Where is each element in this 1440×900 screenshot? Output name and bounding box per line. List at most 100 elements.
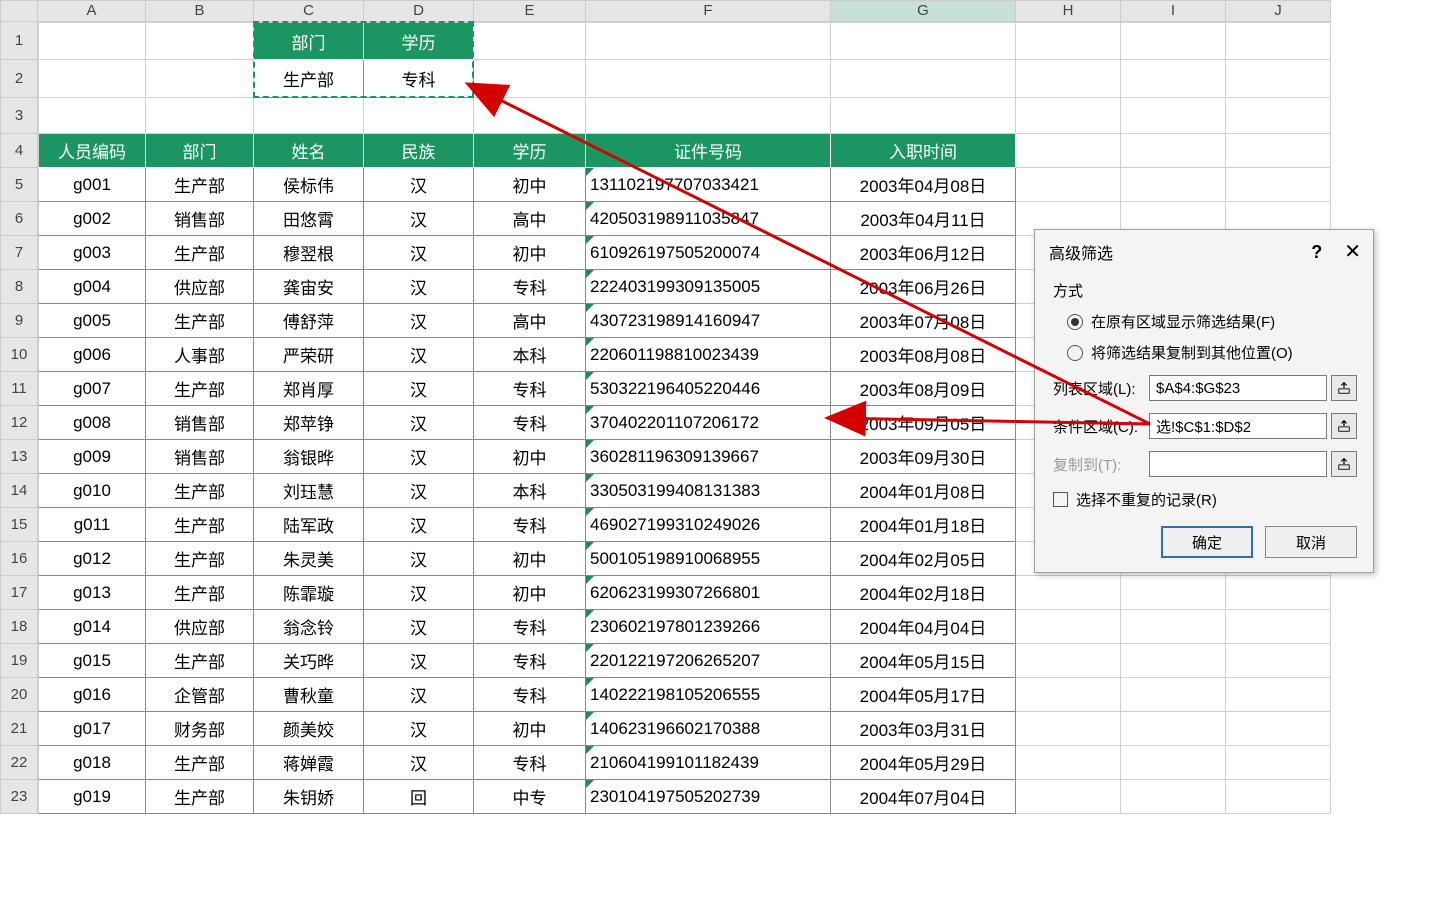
range-picker-button[interactable]	[1331, 375, 1357, 401]
cell-empty[interactable]	[1121, 746, 1226, 780]
table-header[interactable]: 入职时间	[831, 134, 1016, 168]
table-cell[interactable]: 颜美姣	[254, 712, 364, 746]
table-cell[interactable]: 2003年07月08日	[831, 304, 1016, 338]
select-all-corner[interactable]	[0, 0, 38, 22]
table-header[interactable]: 部门	[146, 134, 254, 168]
table-cell[interactable]: 360281196309139667	[586, 440, 831, 474]
table-cell[interactable]: 2004年04月04日	[831, 610, 1016, 644]
cell-empty[interactable]	[146, 60, 254, 98]
cell-empty[interactable]	[1121, 712, 1226, 746]
table-cell[interactable]: 生产部	[146, 542, 254, 576]
cell-empty[interactable]	[1226, 678, 1331, 712]
cell-empty[interactable]	[1121, 644, 1226, 678]
table-cell[interactable]: 朱灵美	[254, 542, 364, 576]
table-cell[interactable]: g004	[38, 270, 146, 304]
row-header-2[interactable]: 2	[0, 60, 38, 98]
row-header-23[interactable]: 23	[0, 780, 38, 814]
cell-empty[interactable]	[1226, 22, 1331, 60]
table-cell[interactable]: g017	[38, 712, 146, 746]
table-cell[interactable]: 2004年01月18日	[831, 508, 1016, 542]
table-cell[interactable]: 210604199101182439	[586, 746, 831, 780]
table-cell[interactable]: 供应部	[146, 610, 254, 644]
table-cell[interactable]: 230104197505202739	[586, 780, 831, 814]
cell-empty[interactable]	[1226, 746, 1331, 780]
table-cell[interactable]: 220601198810023439	[586, 338, 831, 372]
table-cell[interactable]: 140222198105206555	[586, 678, 831, 712]
cell-empty[interactable]	[831, 22, 1016, 60]
criteria-header-dept[interactable]: 部门	[254, 22, 364, 60]
table-cell[interactable]: 汉	[364, 474, 474, 508]
table-cell[interactable]: 汉	[364, 338, 474, 372]
cell-empty[interactable]	[146, 98, 254, 134]
table-cell[interactable]: 620623199307266801	[586, 576, 831, 610]
row-header-19[interactable]: 19	[0, 644, 38, 678]
cell-empty[interactable]	[1226, 134, 1331, 168]
table-cell[interactable]: 专科	[474, 508, 586, 542]
table-cell[interactable]: g012	[38, 542, 146, 576]
col-header-D[interactable]: D	[364, 0, 474, 22]
col-header-A[interactable]: A	[38, 0, 146, 22]
row-header-9[interactable]: 9	[0, 304, 38, 338]
row-header-1[interactable]: 1	[0, 22, 38, 60]
table-cell[interactable]: 初中	[474, 168, 586, 202]
table-cell[interactable]: 严荣研	[254, 338, 364, 372]
table-cell[interactable]: 蒋婵霞	[254, 746, 364, 780]
table-cell[interactable]: 专科	[474, 372, 586, 406]
table-cell[interactable]: 中专	[474, 780, 586, 814]
table-cell[interactable]: 陈霏璇	[254, 576, 364, 610]
table-cell[interactable]: 2003年04月11日	[831, 202, 1016, 236]
table-cell[interactable]: 财务部	[146, 712, 254, 746]
cancel-button[interactable]: 取消	[1265, 526, 1357, 558]
table-cell[interactable]: 生产部	[146, 372, 254, 406]
row-header-16[interactable]: 16	[0, 542, 38, 576]
table-header[interactable]: 证件号码	[586, 134, 831, 168]
table-cell[interactable]: 本科	[474, 474, 586, 508]
cell-empty[interactable]	[1121, 576, 1226, 610]
cell-empty[interactable]	[1226, 644, 1331, 678]
table-cell[interactable]: 田悠霄	[254, 202, 364, 236]
cell-empty[interactable]	[1226, 712, 1331, 746]
table-cell[interactable]: 2004年01月08日	[831, 474, 1016, 508]
col-header-B[interactable]: B	[146, 0, 254, 22]
table-cell[interactable]: 销售部	[146, 440, 254, 474]
table-cell[interactable]: 500105198910068955	[586, 542, 831, 576]
table-cell[interactable]: 汉	[364, 610, 474, 644]
table-cell[interactable]: 翁念铃	[254, 610, 364, 644]
table-cell[interactable]: 龚宙安	[254, 270, 364, 304]
row-header-18[interactable]: 18	[0, 610, 38, 644]
row-header-6[interactable]: 6	[0, 202, 38, 236]
table-cell[interactable]: 本科	[474, 338, 586, 372]
table-cell[interactable]: 初中	[474, 236, 586, 270]
table-cell[interactable]: g019	[38, 780, 146, 814]
table-cell[interactable]: g014	[38, 610, 146, 644]
table-cell[interactable]: 汉	[364, 440, 474, 474]
table-cell[interactable]: 专科	[474, 644, 586, 678]
table-cell[interactable]: 2003年09月05日	[831, 406, 1016, 440]
cell-empty[interactable]	[1016, 576, 1121, 610]
row-header-13[interactable]: 13	[0, 440, 38, 474]
table-cell[interactable]: 140623196602170388	[586, 712, 831, 746]
table-cell[interactable]: 汉	[364, 236, 474, 270]
criteria-header-edu[interactable]: 学历	[364, 22, 474, 60]
table-cell[interactable]: 初中	[474, 576, 586, 610]
close-icon[interactable]: ✕	[1344, 242, 1361, 262]
table-cell[interactable]: g015	[38, 644, 146, 678]
table-cell[interactable]: 2003年08月08日	[831, 338, 1016, 372]
table-cell[interactable]: 生产部	[146, 474, 254, 508]
table-cell[interactable]: g007	[38, 372, 146, 406]
cell-empty[interactable]	[1121, 678, 1226, 712]
col-header-E[interactable]: E	[474, 0, 586, 22]
table-cell[interactable]: 销售部	[146, 406, 254, 440]
table-cell[interactable]: 2004年05月29日	[831, 746, 1016, 780]
table-cell[interactable]: 生产部	[146, 746, 254, 780]
table-cell[interactable]: 汉	[364, 678, 474, 712]
row-header-7[interactable]: 7	[0, 236, 38, 270]
table-cell[interactable]: 2004年05月15日	[831, 644, 1016, 678]
radio-filter-inplace[interactable]: 在原有区域显示筛选结果(F)	[1067, 311, 1357, 332]
table-cell[interactable]: 傅舒萍	[254, 304, 364, 338]
range-picker-button[interactable]	[1331, 451, 1357, 477]
table-cell[interactable]: 生产部	[146, 644, 254, 678]
table-cell[interactable]: 销售部	[146, 202, 254, 236]
cell-empty[interactable]	[1016, 134, 1121, 168]
table-cell[interactable]: 郑肖厚	[254, 372, 364, 406]
